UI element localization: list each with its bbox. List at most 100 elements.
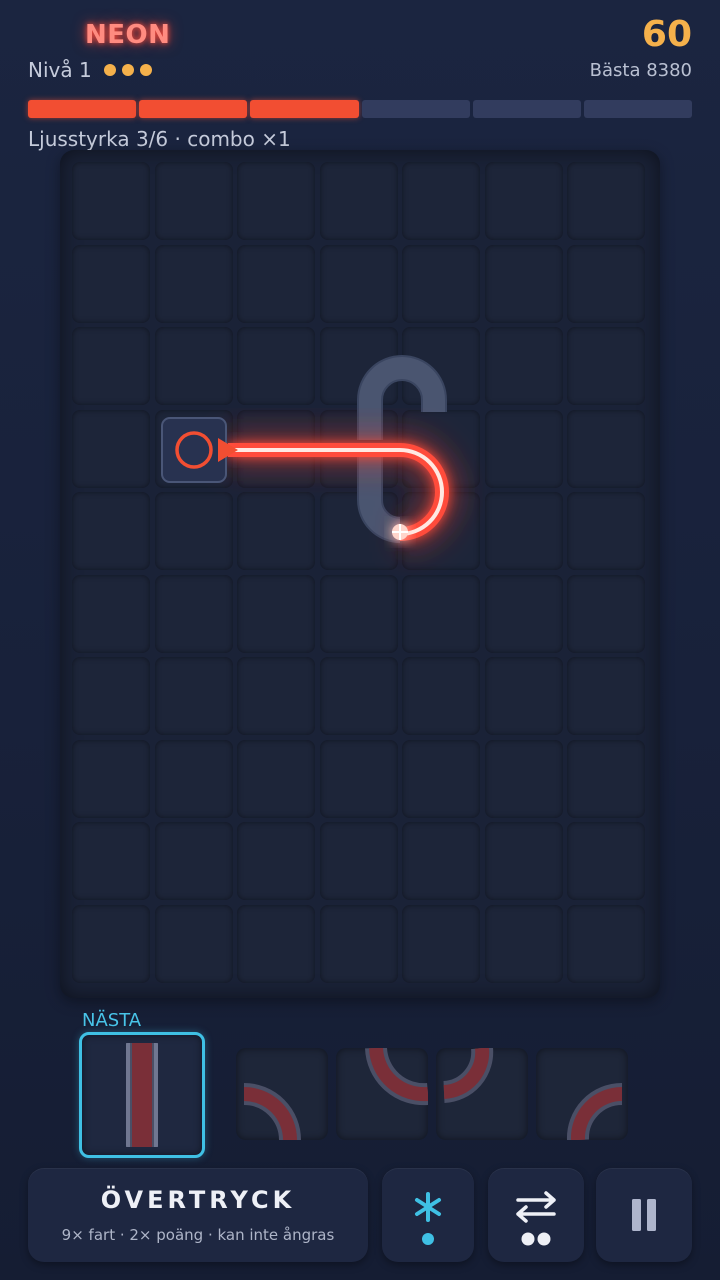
board-cell[interactable] [237, 657, 315, 735]
level-label: Nivå 1 [28, 58, 92, 82]
board-cell[interactable] [154, 492, 233, 570]
board-cell[interactable] [402, 327, 480, 405]
curve-pipe-piece [442, 1048, 494, 1103]
board-cell[interactable] [567, 327, 645, 405]
board-cell[interactable] [237, 162, 315, 240]
board-cell[interactable] [567, 574, 645, 653]
board-cell[interactable] [72, 327, 150, 405]
game-board[interactable] [60, 150, 660, 998]
board-cell[interactable] [319, 657, 398, 735]
board-cell[interactable] [237, 492, 315, 570]
board-cell[interactable] [154, 327, 233, 405]
board-cell[interactable] [154, 244, 233, 323]
board-cell[interactable] [319, 739, 398, 818]
swap-powerup-button[interactable] [488, 1168, 584, 1262]
board-cell[interactable] [402, 162, 480, 240]
board-cell[interactable] [237, 244, 315, 323]
board-cell[interactable] [154, 657, 233, 735]
score-value: 60 [641, 14, 692, 55]
star-dot [139, 64, 152, 76]
progress-segment [250, 100, 359, 118]
board-cell[interactable] [237, 574, 315, 653]
board-cell[interactable] [484, 904, 563, 983]
board-cell[interactable] [72, 739, 150, 818]
board-cell[interactable] [319, 327, 398, 405]
board-cell[interactable] [402, 657, 480, 735]
board-cell[interactable] [567, 409, 645, 488]
board-cell[interactable] [154, 822, 233, 900]
board-cell[interactable] [567, 739, 645, 818]
board-cell[interactable] [72, 657, 150, 735]
board-cell[interactable] [402, 822, 480, 900]
board-cell[interactable] [484, 657, 563, 735]
board-cell[interactable] [154, 574, 233, 653]
board-cell[interactable] [567, 492, 645, 570]
board-cell[interactable] [567, 822, 645, 900]
board-cell[interactable] [319, 492, 398, 570]
next-piece-slot[interactable] [79, 1032, 205, 1158]
swap-arrows-icon [516, 1191, 556, 1246]
board-cell[interactable] [484, 409, 563, 488]
board-cell[interactable] [402, 409, 480, 488]
board-cell[interactable] [484, 574, 563, 653]
board-cell[interactable] [72, 574, 150, 653]
snowflake-icon [415, 1192, 441, 1245]
freeze-powerup-button[interactable] [382, 1168, 474, 1262]
board-cell[interactable] [154, 904, 233, 983]
board-cell[interactable] [72, 822, 150, 900]
curve-pipe-piece [566, 1082, 623, 1140]
board-cell[interactable] [237, 822, 315, 900]
progress-segment [472, 100, 581, 118]
pause-icon [632, 1199, 656, 1231]
curve-pipe-piece [365, 1048, 428, 1106]
board-cell[interactable] [237, 739, 315, 818]
progress-segment [139, 100, 248, 118]
board-cell[interactable] [154, 739, 233, 818]
board-cell[interactable] [319, 904, 398, 983]
board-cell[interactable] [72, 492, 150, 570]
queue-piece[interactable] [436, 1048, 528, 1140]
queue-piece[interactable] [236, 1048, 328, 1140]
board-cell[interactable] [319, 162, 398, 240]
board-cell[interactable] [319, 244, 398, 323]
board-cell[interactable] [72, 244, 150, 323]
progress-segment [28, 100, 137, 118]
board-cell[interactable] [484, 244, 563, 323]
board-cell[interactable] [154, 162, 233, 240]
board-cell[interactable] [484, 162, 563, 240]
board-cell[interactable] [402, 904, 480, 983]
board-cell[interactable] [484, 492, 563, 570]
board-cell[interactable] [319, 822, 398, 900]
board-cell[interactable] [484, 822, 563, 900]
board-cell[interactable] [72, 162, 150, 240]
board-cell[interactable] [567, 657, 645, 735]
board-cell[interactable] [567, 244, 645, 323]
board-cell[interactable] [237, 904, 315, 983]
board-cell[interactable] [484, 327, 563, 405]
board-cell[interactable] [72, 409, 150, 488]
overdrive-button[interactable]: ÖVERTRYCK 9× fart · 2× poäng · kan inte … [28, 1168, 368, 1262]
overdrive-subtitle: 9× fart · 2× poäng · kan inte ångras [61, 1226, 335, 1244]
board-cell[interactable] [567, 904, 645, 983]
board-cell[interactable] [402, 492, 480, 570]
next-piece-label: NÄSTA [82, 1010, 142, 1031]
board-cell[interactable] [402, 244, 480, 323]
straight-pipe-piece [126, 1043, 158, 1147]
board-cell[interactable] [402, 574, 480, 653]
status-text: Ljusstyrka 3/6 · combo ×1 [28, 127, 291, 151]
board-cell[interactable] [567, 162, 645, 240]
board-cell[interactable] [319, 409, 398, 488]
board-cell[interactable] [319, 574, 398, 653]
board-cell[interactable] [72, 904, 150, 983]
queue-piece[interactable] [536, 1048, 628, 1140]
board-cell[interactable] [402, 739, 480, 818]
overdrive-title: ÖVERTRYCK [100, 1186, 296, 1214]
star-dot [121, 64, 134, 76]
queue-piece[interactable] [336, 1048, 428, 1140]
board-cell[interactable] [484, 739, 563, 818]
progress-segment [583, 100, 693, 118]
board-cell[interactable] [154, 409, 233, 488]
pause-button[interactable] [596, 1168, 692, 1262]
board-cell[interactable] [237, 327, 315, 405]
board-cell[interactable] [237, 409, 315, 488]
